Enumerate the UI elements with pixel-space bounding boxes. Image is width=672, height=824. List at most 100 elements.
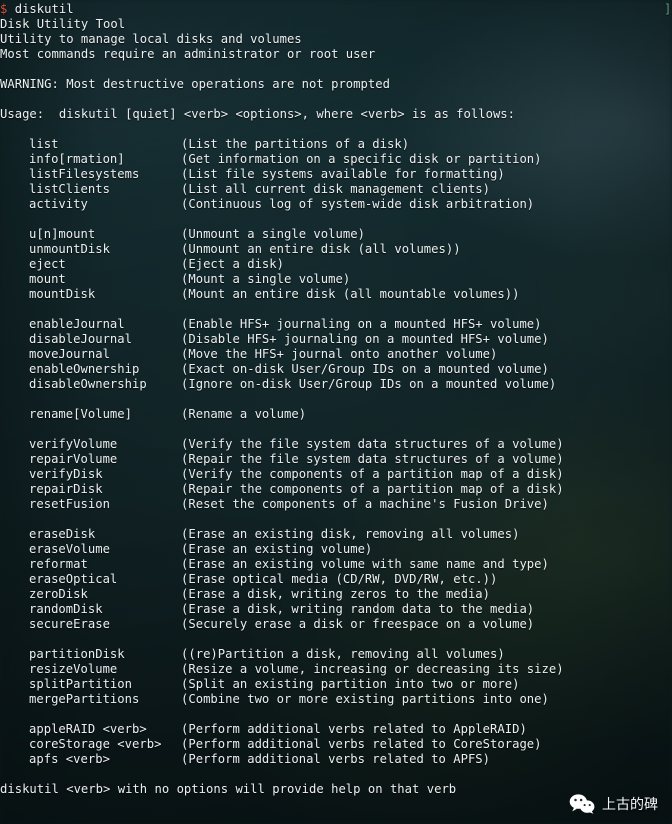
verb-name: listClients xyxy=(29,182,110,196)
verb-name: disableJournal xyxy=(29,332,133,346)
verb-description: (Combine two or more existing partitions… xyxy=(181,692,549,706)
warning-line: WARNING: Most destructive operations are… xyxy=(0,77,390,91)
verb-name: moveJournal xyxy=(29,347,110,361)
verb-description: (Unmount a single volume) xyxy=(181,227,365,241)
wechat-icon xyxy=(569,794,595,814)
verb-description: (Rename a volume) xyxy=(181,407,307,421)
verb-name: listFilesystems xyxy=(29,167,140,181)
verb-name: eraseDisk xyxy=(29,527,96,541)
verb-name: coreStorage <verb> xyxy=(29,737,162,751)
terminal-window: $ diskutil ] Disk Utility Tool Utility t… xyxy=(0,0,672,824)
verb-name: zeroDisk xyxy=(29,587,88,601)
verb-description: (Eject a disk) xyxy=(181,257,285,271)
verb-description: (Repair the file system data structures … xyxy=(181,452,564,466)
verb-description: (Get information on a specific disk or p… xyxy=(181,152,542,166)
verb-name: info[rmation] xyxy=(29,152,125,166)
verb-row: verifyDisk (Verify the components of a pa… xyxy=(0,467,564,482)
verb-row: rename[Volume] (Rename a volume) xyxy=(0,407,306,422)
verb-row: enableJournal (Enable HFS+ journaling on … xyxy=(0,317,542,332)
verb-description: (Perform additional verbs related to APF… xyxy=(181,752,491,766)
verb-description: (Reset the components of a machine's Fus… xyxy=(181,497,549,511)
verb-name: secureErase xyxy=(29,617,110,631)
watermark: 上古的碑 xyxy=(569,794,658,814)
verb-description: (Exact on-disk User/Group IDs on a mount… xyxy=(181,362,549,376)
verb-description: (Unmount an entire disk (all volumes)) xyxy=(181,242,461,256)
verb-name: mountDisk xyxy=(29,287,96,301)
footer-line: diskutil <verb> with no options will pro… xyxy=(0,782,457,796)
verb-description: (Perform additional verbs related to App… xyxy=(181,722,527,736)
command-prompt-line: $ diskutil xyxy=(0,2,74,17)
right-bracket-marker: ] xyxy=(664,2,672,16)
verb-row: partitionDisk ((re)Partition a disk, remo… xyxy=(0,647,505,662)
verb-description: (Erase optical media (CD/RW, DVD/RW, etc… xyxy=(181,572,498,586)
verb-description: (Erase an existing volume with same name… xyxy=(181,557,549,571)
verb-row: apfs <verb> (Perform additional verbs rel… xyxy=(0,752,490,767)
header-line-2: Utility to manage local disks and volume… xyxy=(0,32,302,46)
verb-name: unmountDisk xyxy=(29,242,110,256)
verb-description: (Repair the components of a partition ma… xyxy=(181,482,564,496)
verb-name: resetFusion xyxy=(29,497,110,511)
verb-row: listClients (List all current disk manage… xyxy=(0,182,490,197)
verb-row: mountDisk (Mount an entire disk (all moun… xyxy=(0,287,519,302)
prompt-spacer xyxy=(7,2,14,16)
verb-description: (Enable HFS+ journaling on a mounted HFS… xyxy=(181,317,542,331)
verb-name: resizeVolume xyxy=(29,662,118,676)
verb-description: ((re)Partition a disk, removing all volu… xyxy=(181,647,505,661)
verb-description: (Verify the components of a partition ma… xyxy=(181,467,564,481)
verb-row: eraseVolume (Erase an existing volume) xyxy=(0,542,372,557)
watermark-label: 上古的碑 xyxy=(602,797,658,813)
verb-description: (Split an existing partition into two or… xyxy=(181,677,520,691)
header-line-3: Most commands require an administrator o… xyxy=(0,47,376,61)
verb-row: secureErase (Securely erase a disk or fre… xyxy=(0,617,534,632)
verb-row: verifyVolume (Verify the file system data… xyxy=(0,437,564,452)
verb-description: (Erase a disk, writing random data to th… xyxy=(181,602,535,616)
terminal-output[interactable]: $ diskutil ] Disk Utility Tool Utility t… xyxy=(0,0,672,824)
verb-description: (Move the HFS+ journal onto another volu… xyxy=(181,347,498,361)
verb-row: disableOwnership (Ignore on-disk User/Gro… xyxy=(0,377,556,392)
verb-description: (List file systems available for formatt… xyxy=(181,167,505,181)
verb-row: resizeVolume (Resize a volume, increasing… xyxy=(0,662,564,677)
verb-name: mount xyxy=(29,272,66,286)
verb-description: (Disable HFS+ journaling on a mounted HF… xyxy=(181,332,549,346)
verb-row: repairDisk (Repair the components of a pa… xyxy=(0,482,564,497)
verb-name: partitionDisk xyxy=(29,647,125,661)
verb-name: verifyDisk xyxy=(29,467,103,481)
verb-description: (Ignore on-disk User/Group IDs on a moun… xyxy=(181,377,557,391)
verb-row: unmountDisk (Unmount an entire disk (all … xyxy=(0,242,461,257)
verb-row: eraseDisk (Erase an existing disk, removi… xyxy=(0,527,519,542)
verb-name: enableJournal xyxy=(29,317,125,331)
verb-name: apfs <verb> xyxy=(29,752,110,766)
verb-name: activity xyxy=(29,197,88,211)
verb-name: enableOwnership xyxy=(29,362,140,376)
verb-description: (Securely erase a disk or freespace on a… xyxy=(181,617,535,631)
verb-row: zeroDisk (Erase a disk, writing zeros to … xyxy=(0,587,490,602)
verb-name: appleRAID <verb> xyxy=(29,722,147,736)
verb-name: rename[Volume] xyxy=(29,407,133,421)
verb-description: (Erase an existing volume) xyxy=(181,542,373,556)
usage-line: Usage: diskutil [quiet] <verb> <options>… xyxy=(0,107,516,121)
verb-name: mergePartitions xyxy=(29,692,140,706)
verb-row: eject (Eject a disk) xyxy=(0,257,284,272)
verb-description: (List all current disk management client… xyxy=(181,182,491,196)
verb-name: disableOwnership xyxy=(29,377,147,391)
verb-description: (Verify the file system data structures … xyxy=(181,437,564,451)
verb-description: (Perform additional verbs related to Cor… xyxy=(181,737,542,751)
verb-row: list (List the partitions of a disk) xyxy=(0,137,409,152)
verb-name: list xyxy=(29,137,59,151)
verb-name: randomDisk xyxy=(29,602,103,616)
verb-row: randomDisk (Erase a disk, writing random … xyxy=(0,602,534,617)
verb-row: u[n]mount (Unmount a single volume) xyxy=(0,227,365,242)
verb-row: activity (Continuous log of system-wide d… xyxy=(0,197,534,212)
verb-row: info[rmation] (Get information on a speci… xyxy=(0,152,542,167)
verb-name: eraseOptical xyxy=(29,572,118,586)
verb-name: eraseVolume xyxy=(29,542,110,556)
verb-description: (List the partitions of a disk) xyxy=(181,137,410,151)
verb-description: (Continuous log of system-wide disk arbi… xyxy=(181,197,535,211)
verb-description: (Mount a single volume) xyxy=(181,272,351,286)
verb-row: enableOwnership (Exact on-disk User/Group… xyxy=(0,362,549,377)
verb-row: mergePartitions (Combine two or more exis… xyxy=(0,692,549,707)
verb-row: disableJournal (Disable HFS+ journaling o… xyxy=(0,332,549,347)
verb-description: (Mount an entire disk (all mountable vol… xyxy=(181,287,520,301)
verb-row: reformat (Erase an existing volume with s… xyxy=(0,557,549,572)
verb-name: repairDisk xyxy=(29,482,103,496)
